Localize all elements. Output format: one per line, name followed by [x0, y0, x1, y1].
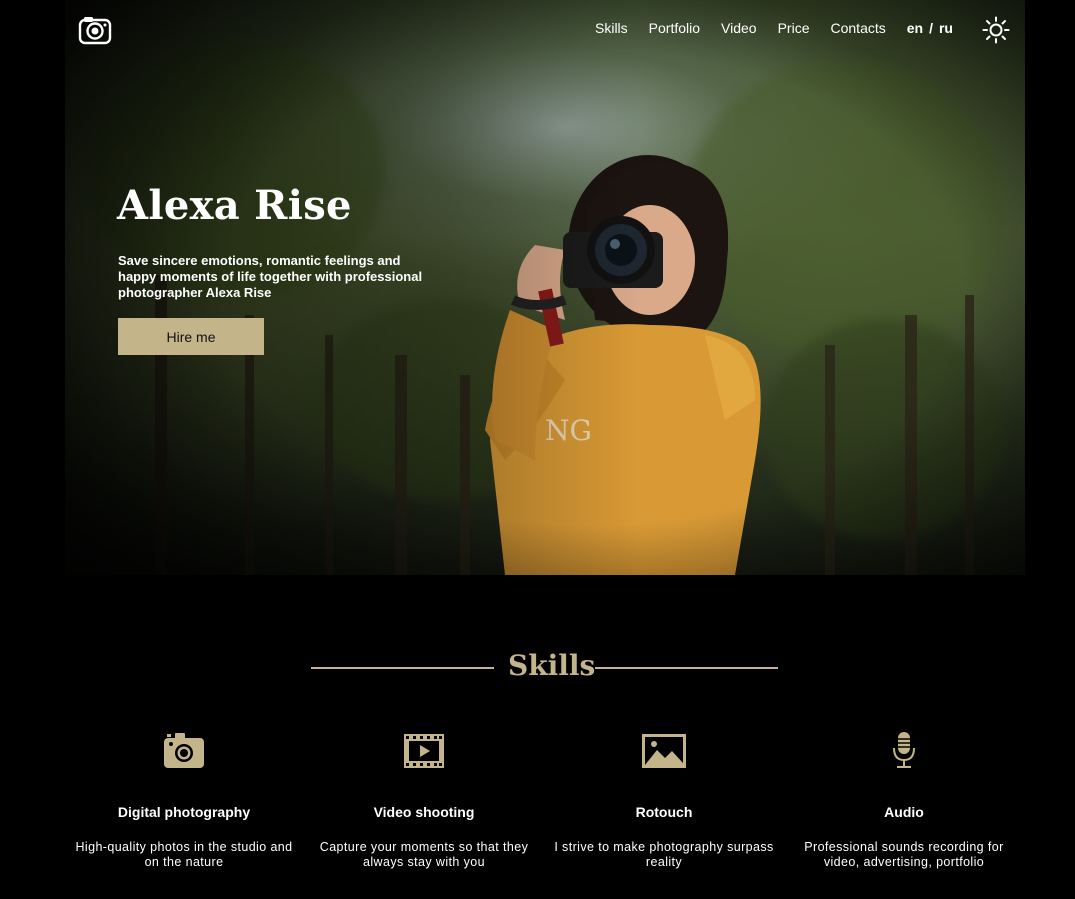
hero-description: Save sincere emotions, romantic feelings…	[118, 253, 423, 300]
skill-description: Professional sounds recording for video,…	[804, 840, 1004, 869]
skill-description: Capture your moments so that they always…	[319, 840, 529, 869]
camera-logo-icon[interactable]	[78, 15, 112, 45]
nav-contacts[interactable]: Contacts	[831, 20, 886, 36]
heading-divider-right	[595, 667, 778, 669]
main-nav: Skills Portfolio Video Price Contacts en…	[595, 20, 953, 36]
camera-icon	[164, 733, 204, 768]
lang-separator: /	[929, 20, 933, 36]
skill-title: Rotouch	[635, 804, 693, 820]
nav-video[interactable]: Video	[721, 20, 757, 36]
skill-card-photography: Digital photography High-quality photos …	[74, 730, 294, 870]
skill-description: High-quality photos in the studio and on…	[75, 840, 293, 869]
skill-card-retouch: Rotouch I strive to make photography sur…	[554, 730, 774, 870]
nav-skills[interactable]: Skills	[595, 20, 628, 36]
nav-price[interactable]: Price	[778, 20, 810, 36]
lang-en[interactable]: en	[907, 20, 923, 36]
skill-description: I strive to make photography surpass rea…	[554, 840, 774, 869]
hire-me-button[interactable]: Hire me	[118, 318, 264, 355]
hero-title: Alexa Rise	[117, 182, 352, 229]
skill-title: Video shooting	[373, 804, 475, 820]
microphone-icon	[893, 732, 915, 768]
skill-card-audio: Audio Professional sounds recording for …	[794, 730, 1014, 870]
skills-heading: Skills	[0, 645, 1075, 689]
skill-title: Audio	[884, 804, 924, 820]
section-title: Skills	[508, 649, 596, 682]
skill-title: Digital photography	[117, 804, 251, 820]
heading-divider-left	[311, 667, 494, 669]
skill-card-video: Video shooting Capture your moments so t…	[314, 730, 534, 870]
sun-icon[interactable]	[982, 16, 1010, 44]
nav-portfolio[interactable]: Portfolio	[649, 20, 700, 36]
lang-ru[interactable]: ru	[939, 20, 953, 36]
image-icon	[642, 734, 686, 768]
video-icon	[404, 734, 444, 768]
language-switcher: en / ru	[907, 20, 953, 36]
